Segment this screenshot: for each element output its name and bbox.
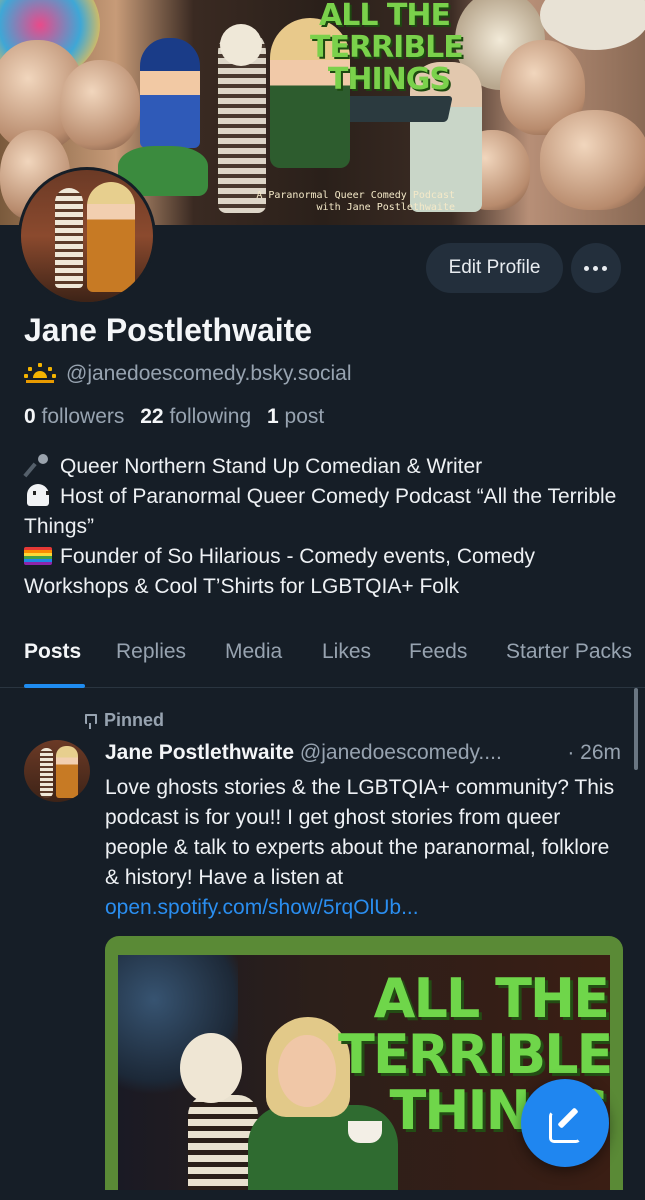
banner-subtitle-line: with Jane Postlethwaite bbox=[316, 202, 455, 213]
profile-stats: 0 followers 22 following 1 post bbox=[24, 405, 324, 429]
post-header: Jane Postlethwaite @janedoescomedy.... ·… bbox=[105, 741, 625, 765]
post-avatar-person bbox=[56, 746, 78, 798]
bio-text: Host of Paranormal Queer Comedy Podcast … bbox=[24, 485, 617, 538]
banner-skull bbox=[220, 24, 262, 66]
avatar-skeleton bbox=[55, 188, 83, 288]
sunrise-icon bbox=[24, 362, 56, 386]
ellipsis-icon bbox=[593, 266, 598, 271]
bio-line: Host of Paranormal Queer Comedy Podcast … bbox=[24, 482, 624, 542]
following-link[interactable]: 22 following bbox=[140, 405, 251, 428]
bio-text: Founder of So Hilarious - Comedy events,… bbox=[24, 545, 536, 598]
post-body[interactable]: Love ghosts stories & the LGBTQIA+ commu… bbox=[105, 773, 625, 923]
ghost-icon bbox=[24, 484, 52, 506]
posts-label: post bbox=[284, 405, 325, 428]
compose-button[interactable] bbox=[521, 1079, 609, 1167]
active-tab-indicator bbox=[24, 684, 85, 688]
tab-media[interactable]: Media bbox=[225, 640, 282, 664]
ellipsis-icon bbox=[584, 266, 589, 271]
profile-avatar[interactable] bbox=[18, 167, 156, 305]
bottom-edge bbox=[0, 1190, 645, 1200]
banner-subtitle: A Paranormal Queer Comedy Podcast with J… bbox=[205, 190, 455, 214]
pinned-label: Pinned bbox=[84, 710, 164, 731]
microphone-icon bbox=[24, 454, 52, 476]
pin-icon bbox=[84, 713, 97, 729]
post-avatar-skeleton bbox=[40, 748, 53, 798]
profile-bio: Queer Northern Stand Up Comedian & Write… bbox=[24, 452, 624, 602]
tab-starter-packs[interactable]: Starter Packs bbox=[506, 640, 632, 664]
tab-replies[interactable]: Replies bbox=[116, 640, 186, 664]
banner-doll-head bbox=[540, 110, 645, 210]
post-text: Love ghosts stories & the LGBTQIA+ commu… bbox=[105, 776, 615, 889]
bio-text: Queer Northern Stand Up Comedian & Write… bbox=[60, 455, 483, 478]
followers-link[interactable]: 0 followers bbox=[24, 405, 124, 428]
following-count: 22 bbox=[140, 405, 164, 428]
bio-line: Queer Northern Stand Up Comedian & Write… bbox=[24, 452, 624, 482]
banner-doll-head bbox=[60, 60, 140, 150]
posts-count-item: 1 post bbox=[267, 405, 324, 428]
followers-label: followers bbox=[41, 405, 125, 428]
tab-likes[interactable]: Likes bbox=[322, 640, 371, 664]
banner-subtitle-line: A Paranormal Queer Comedy Podcast bbox=[256, 190, 455, 201]
post-timestamp[interactable]: · 26m bbox=[567, 741, 621, 765]
tab-posts[interactable]: Posts bbox=[24, 640, 81, 664]
post-author-avatar[interactable] bbox=[24, 740, 90, 802]
post-image: ALL THE TERRIBLE THINGS bbox=[118, 955, 610, 1200]
bio-line: Founder of So Hilarious - Comedy events,… bbox=[24, 542, 624, 602]
compose-icon bbox=[549, 1107, 581, 1143]
followers-count: 0 bbox=[24, 405, 36, 428]
banner-title: ALL THE TERRIBLE THINGS bbox=[310, 0, 464, 97]
posts-count: 1 bbox=[267, 405, 279, 428]
profile-tabs: Posts Replies Media Likes Feeds Starter … bbox=[0, 632, 645, 688]
banner-ventriloquist-puppet bbox=[140, 38, 200, 148]
post-author-name[interactable]: Jane Postlethwaite bbox=[105, 741, 294, 764]
more-options-button[interactable] bbox=[571, 243, 621, 293]
image-skull bbox=[180, 1033, 242, 1103]
image-host-face bbox=[278, 1035, 336, 1107]
post-link[interactable]: open.spotify.com/show/5rqOlUb... bbox=[105, 896, 419, 919]
post-author-handle[interactable]: @janedoescomedy.... bbox=[300, 741, 502, 764]
profile-name: Jane Postlethwaite bbox=[24, 312, 313, 348]
profile-handle-row: @janedoescomedy.bsky.social bbox=[24, 362, 352, 386]
edit-profile-button[interactable]: Edit Profile bbox=[426, 243, 563, 293]
pinned-text: Pinned bbox=[104, 710, 165, 730]
tab-feeds[interactable]: Feeds bbox=[409, 640, 467, 664]
ellipsis-icon bbox=[602, 266, 607, 271]
scrollbar[interactable] bbox=[634, 688, 638, 770]
following-label: following bbox=[169, 405, 252, 428]
avatar-person bbox=[87, 182, 135, 292]
profile-handle[interactable]: @janedoescomedy.bsky.social bbox=[66, 362, 352, 386]
rainbow-flag-icon bbox=[24, 547, 52, 565]
